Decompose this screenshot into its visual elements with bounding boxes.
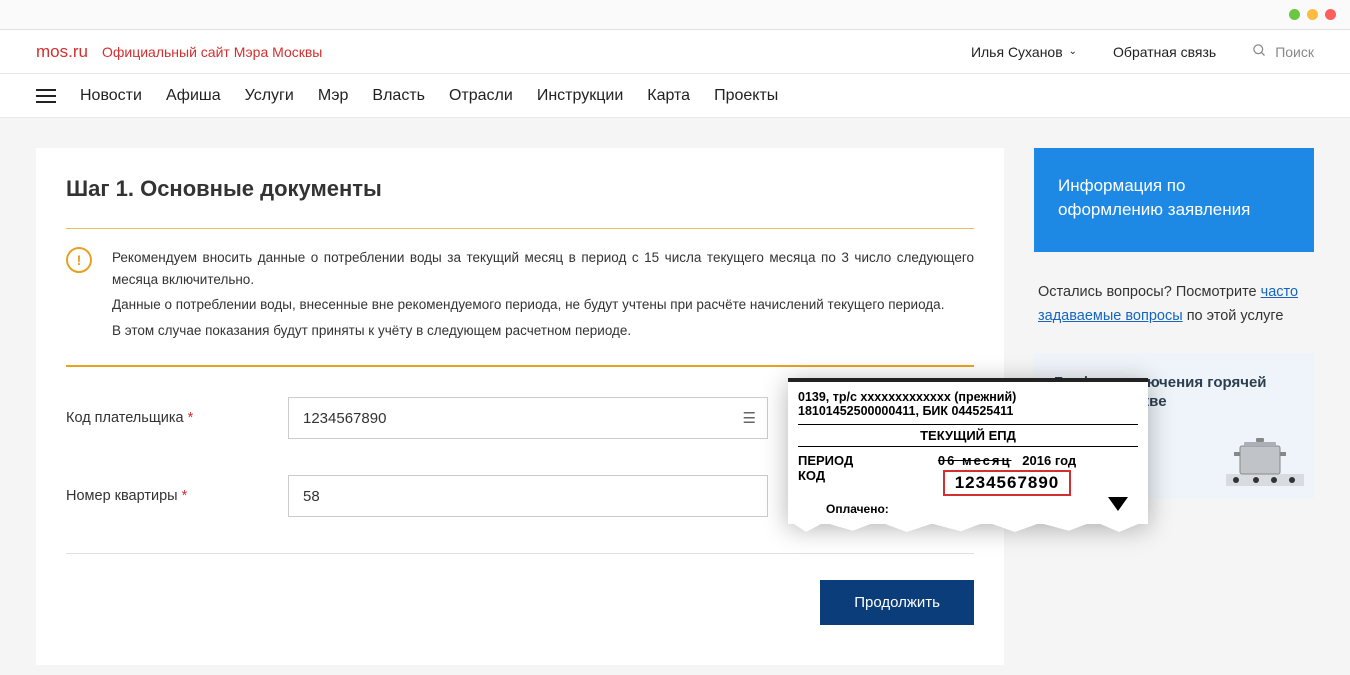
alert-icon: !: [66, 247, 92, 273]
search-placeholder: Поиск: [1275, 44, 1314, 60]
apartment-input[interactable]: [288, 475, 768, 517]
nav-item-instructions[interactable]: Инструкции: [537, 87, 623, 105]
receipt-header: ТЕКУЩИЙ ЕПД: [798, 424, 1138, 447]
nav-item-map[interactable]: Карта: [647, 87, 690, 105]
window-minimize-icon[interactable]: [1289, 9, 1300, 20]
notice-box: ! Рекомендуем вносить данные о потреблен…: [66, 228, 974, 367]
site-tagline: Официальный сайт Мэра Москвы: [102, 44, 322, 60]
faq-text-suffix: по этой услуге: [1187, 308, 1284, 324]
nav-item-news[interactable]: Новости: [80, 87, 142, 105]
info-card[interactable]: Информация по оформлению заявления: [1034, 148, 1314, 252]
receipt-paid-label: Оплачено:: [798, 496, 889, 516]
faq-text-prefix: Остались вопросы? Посмотрите: [1038, 284, 1261, 300]
receipt-bic-line: 18101452500000411, БИК 044525411: [798, 404, 1138, 418]
site-logo[interactable]: mos.ru: [36, 42, 88, 62]
search-button[interactable]: Поиск: [1252, 43, 1314, 61]
nav-item-projects[interactable]: Проекты: [714, 87, 778, 105]
notice-line-3: В этом случае показания будут приняты к …: [112, 320, 974, 342]
payer-code-label: Код плательщика *: [66, 410, 288, 426]
continue-button[interactable]: Продолжить: [820, 580, 974, 625]
nav-item-events[interactable]: Афиша: [166, 87, 221, 105]
main-content: Шаг 1. Основные документы ! Рекомендуем …: [36, 148, 1004, 665]
receipt-code-label: КОД: [798, 468, 876, 483]
user-name-label: Илья Суханов: [971, 44, 1063, 60]
nav-item-sectors[interactable]: Отрасли: [449, 87, 513, 105]
pot-icon: [1226, 430, 1304, 491]
step-title: Шаг 1. Основные документы: [66, 176, 974, 202]
nav-item-services[interactable]: Услуги: [245, 87, 294, 105]
nav-item-government[interactable]: Власть: [372, 87, 425, 105]
apartment-label: Номер квартиры *: [66, 488, 288, 504]
receipt-period-value: 06 месяц: [938, 453, 1012, 468]
list-icon[interactable]: ☰: [743, 409, 756, 427]
notice-line-2: Данные о потреблении воды, внесенные вне…: [112, 294, 974, 316]
payer-code-input[interactable]: [288, 397, 768, 439]
window-close-icon[interactable]: [1325, 9, 1336, 20]
faq-block: Остались вопросы? Посмотрите часто задав…: [1034, 280, 1314, 329]
feedback-link[interactable]: Обратная связь: [1113, 44, 1216, 60]
receipt-year: 2016 год: [1022, 453, 1076, 468]
hamburger-icon[interactable]: [36, 85, 56, 107]
receipt-account-line: 0139, тр/с xxxxxxxxxxxxx (прежний): [798, 390, 1138, 404]
notice-line-1: Рекомендуем вносить данные о потреблении…: [112, 247, 974, 290]
top-bar: mos.ru Официальный сайт Мэра Москвы Илья…: [0, 30, 1350, 74]
chevron-down-icon: ⌄: [1069, 46, 1077, 57]
search-icon: [1252, 43, 1267, 61]
info-card-title: Информация по оформлению заявления: [1058, 174, 1290, 222]
divider: [66, 553, 974, 554]
receipt-period-label: ПЕРИОД: [798, 453, 876, 468]
arrow-down-icon: [1108, 497, 1128, 518]
receipt-tooltip: 0139, тр/с xxxxxxxxxxxxx (прежний) 18101…: [788, 378, 1148, 524]
nav-item-mayor[interactable]: Мэр: [318, 87, 349, 105]
receipt-code-value: 1234567890: [943, 470, 1072, 496]
user-menu[interactable]: Илья Суханов ⌄: [971, 44, 1077, 60]
window-maximize-icon[interactable]: [1307, 9, 1318, 20]
window-chrome: [0, 0, 1350, 30]
main-nav: Новости Афиша Услуги Мэр Власть Отрасли …: [0, 74, 1350, 118]
